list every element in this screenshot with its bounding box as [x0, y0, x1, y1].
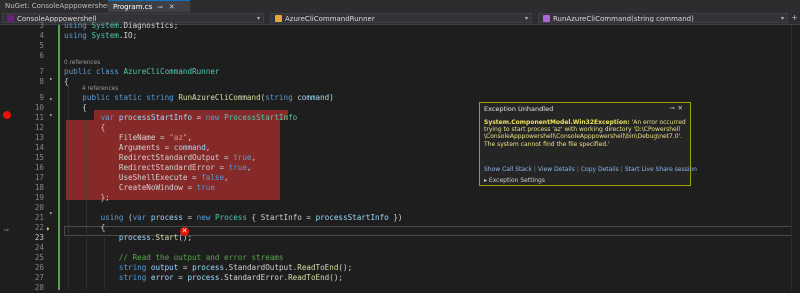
exception-popup: Exception Unhandled ⊸✕ System.ComponentM… [479, 102, 697, 186]
chevron-down-icon: ▾ [256, 15, 260, 22]
line-number: 23 [34, 233, 44, 242]
line-number: 15 [34, 153, 44, 162]
live-share-link[interactable]: Start Live Share session [625, 166, 697, 173]
exception-message: System.ComponentModel.Win32Exception: 'A… [484, 119, 687, 148]
vertical-scrollbar[interactable] [791, 25, 800, 290]
code-line[interactable]: }; [64, 193, 110, 203]
show-call-stack-link[interactable]: Show Call Stack [484, 166, 532, 173]
code-line[interactable]: using (var process = new Process { Start… [64, 213, 403, 223]
line-number: 22 [34, 223, 44, 232]
code-line[interactable]: FileName = "az", [64, 133, 192, 143]
collapse-icon[interactable]: ▾ [49, 210, 53, 217]
code-line[interactable]: { [64, 223, 106, 233]
line-number: 7 [39, 67, 44, 76]
line-number: 13 [34, 133, 44, 142]
line-number: 17 [34, 173, 44, 182]
line-number: 11 [34, 113, 44, 122]
line-number: 18 [34, 183, 44, 192]
change-indicator [58, 25, 60, 290]
line-number: 14 [34, 143, 44, 152]
code-line[interactable]: string output = process.StandardOutput.R… [64, 263, 352, 273]
tab-nuget[interactable]: NuGet: ConsoleApppowershell [0, 0, 112, 12]
exception-type: System.ComponentModel.Win32Exception: [484, 119, 630, 126]
line-number: 20 [34, 203, 44, 212]
line-number: 4 [39, 31, 44, 40]
tab-program-cs[interactable]: Program.cs ⊸ ✕ [108, 0, 190, 12]
collapse-icon[interactable]: ▾ [49, 96, 53, 103]
code-line[interactable]: using System.IO; [64, 31, 137, 41]
tab-nuget-label: NuGet: ConsoleApppowershell [5, 2, 112, 10]
code-line[interactable]: public static string RunAzureCliCommand(… [64, 93, 334, 103]
line-number: 8 [39, 77, 44, 86]
tab-program-label: Program.cs [113, 3, 153, 11]
code-line[interactable]: process.Start(); [64, 233, 192, 243]
class-icon [275, 15, 282, 22]
code-line[interactable]: RedirectStandardOutput = true, [64, 153, 256, 163]
code-line[interactable]: using System.Diagnostics; [64, 21, 178, 31]
breakpoint-icon[interactable] [3, 111, 11, 119]
member-name: RunAzureCliCommand(string command) [553, 15, 694, 23]
error-icon[interactable]: ✕ [180, 227, 189, 236]
codelens-references[interactable]: 4 references [82, 85, 118, 93]
line-number: 12 [34, 123, 44, 132]
line-number: 26 [34, 263, 44, 272]
exception-settings-toggle[interactable]: ▸ Exception Settings [484, 177, 545, 184]
line-number: 24 [34, 243, 44, 252]
class-dropdown[interactable]: AzureCliCommandRunner ▾ [270, 13, 532, 23]
pin-icon[interactable]: ⊸ [158, 4, 163, 11]
code-line[interactable]: { [64, 123, 106, 133]
pin-icon[interactable]: ⊸ [669, 104, 677, 112]
code-line[interactable]: var processStartInfo = new ProcessStartI… [64, 113, 298, 123]
codelens-references[interactable]: 0 references [64, 59, 100, 67]
code-line[interactable]: public class AzureCliCommandRunner [64, 67, 219, 77]
popup-controls: ⊸✕ [669, 104, 686, 112]
view-details-link[interactable]: View Details [538, 166, 575, 173]
line-number: 25 [34, 253, 44, 262]
line-number: 19 [34, 193, 44, 202]
close-icon[interactable]: ✕ [678, 104, 686, 112]
add-icon[interactable]: + [791, 13, 798, 22]
method-icon [543, 15, 550, 22]
lightbulb-icon[interactable]: ♦ [46, 226, 50, 233]
code-line[interactable]: CreateNoWindow = true [64, 183, 215, 193]
line-number: 5 [39, 41, 44, 50]
line-number: 3 [39, 21, 44, 30]
chevron-down-icon: ▾ [780, 15, 784, 22]
code-line[interactable]: RedirectStandardError = true, [64, 163, 252, 173]
code-line[interactable]: { [64, 103, 87, 113]
collapse-icon[interactable]: ▾ [49, 112, 53, 119]
class-name: AzureCliCommandRunner [285, 15, 375, 23]
chevron-down-icon: ▾ [524, 15, 528, 22]
execution-pointer-icon: ⇨ [4, 225, 9, 234]
close-icon[interactable]: ✕ [169, 3, 175, 11]
collapse-icon[interactable]: ▾ [49, 76, 53, 83]
line-number: 6 [39, 51, 44, 60]
csharp-project-icon [7, 15, 14, 22]
line-number: 28 [34, 283, 44, 292]
line-number: 21 [34, 213, 44, 222]
code-line[interactable]: { [64, 77, 69, 87]
copy-details-link[interactable]: Copy Details [581, 166, 619, 173]
code-line[interactable]: Arguments = command, [64, 143, 210, 153]
line-number: 10 [34, 103, 44, 112]
line-number: 16 [34, 163, 44, 172]
code-line[interactable]: // Read the output and error streams [64, 253, 284, 263]
exception-settings-label: Exception Settings [488, 177, 545, 184]
line-number: 27 [34, 273, 44, 282]
exception-title: Exception Unhandled [484, 105, 554, 113]
member-dropdown[interactable]: RunAzureCliCommand(string command) ▾ [538, 13, 788, 23]
code-line[interactable]: UseShellExecute = false, [64, 173, 229, 183]
exception-links: Show Call Stack | View Details | Copy Detail… [484, 166, 697, 173]
line-number: 9 [39, 93, 44, 102]
code-line[interactable]: string error = process.StandardError.Rea… [64, 273, 343, 283]
